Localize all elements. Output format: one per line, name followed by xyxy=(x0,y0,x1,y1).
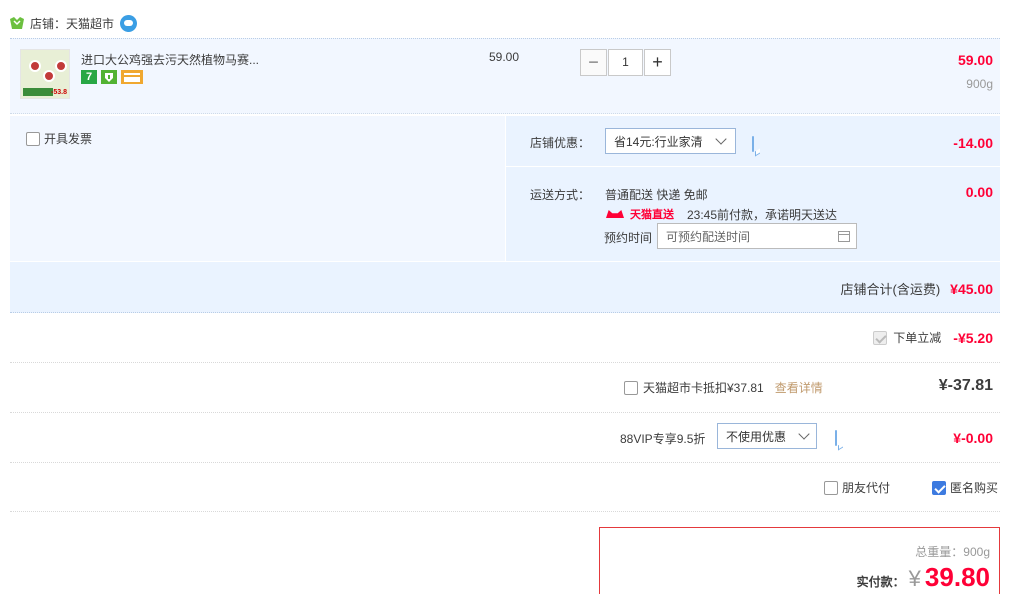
shop-total-amount: ¥45.00 xyxy=(950,280,993,297)
card-pay-icon xyxy=(121,70,143,84)
guarantee-icon xyxy=(101,70,117,84)
quantity-minus-button[interactable]: − xyxy=(580,49,607,76)
delivery-method: 普通配送 快递 免邮 xyxy=(605,188,708,202)
vip-select[interactable]: 不使用优惠 xyxy=(717,423,817,449)
product-thumbnail[interactable]: -53.8 xyxy=(20,49,70,99)
shop-icon xyxy=(10,17,24,29)
chat-icon[interactable] xyxy=(120,14,138,32)
tmall-card-label: 天猫超市卡抵扣¥37.81 xyxy=(643,381,764,395)
tmall-cat-icon xyxy=(606,210,624,218)
item-weight: 900g xyxy=(966,77,993,91)
anonymous-option[interactable]: 匿名购买 xyxy=(932,479,998,496)
reserve-time-placeholder: 可预约配送时间 xyxy=(666,229,751,244)
actual-payment-amount: 39.80 xyxy=(924,562,990,592)
actual-payment: 实付款： ¥ 39.80 xyxy=(857,562,990,593)
unit-price: 59.00 xyxy=(489,50,520,64)
divider xyxy=(10,362,1000,363)
shop-discount-value: 省14元:行业家清 xyxy=(614,134,703,149)
friend-pay-option[interactable]: 朋友代付 xyxy=(824,479,890,496)
actual-payment-label: 实付款： xyxy=(856,575,905,589)
calendar-icon[interactable] xyxy=(838,230,850,242)
shop-name[interactable]: 店铺：天猫超市 xyxy=(30,15,114,32)
thumb-decoration xyxy=(23,88,53,96)
anonymous-label: 匿名购买 xyxy=(950,481,999,495)
service-badges: 7 xyxy=(81,70,143,84)
delivery-promise: 23:45前付款，承诺明天送达 xyxy=(687,208,838,222)
invoice-checkbox[interactable] xyxy=(26,131,40,146)
shop-discount-label: 店铺优惠： xyxy=(530,136,591,150)
shop-header: 店铺：天猫超市 xyxy=(10,12,138,34)
currency-symbol: ¥ xyxy=(908,566,921,591)
thumb-decoration xyxy=(29,60,41,72)
seven-day-return-icon: 7 xyxy=(81,70,97,84)
divider xyxy=(10,412,1000,413)
item-subtotal: 59.00 xyxy=(957,52,993,68)
tmall-card-option[interactable]: 天猫超市卡抵扣¥37.81 查看详情 xyxy=(624,379,823,396)
instant-discount-amount: -¥5.20 xyxy=(953,329,993,346)
instant-discount-label: 下单立减 xyxy=(893,331,942,345)
divider xyxy=(10,511,1000,512)
shop-total: 店铺合计(含运费) ¥45.00 xyxy=(841,279,994,298)
invoice-option[interactable]: 开具发票 xyxy=(26,130,92,147)
shop-total-label: 店铺合计(含运费) xyxy=(840,282,941,297)
shop-discount-amount: -14.00 xyxy=(953,135,993,151)
delivery-fee: 0.00 xyxy=(965,184,993,200)
total-weight: 总重量：900g xyxy=(915,545,990,559)
tmall-direct-logo: 天猫直送 xyxy=(606,206,674,222)
vip-label: 88VIP专享9.5折 xyxy=(620,432,706,446)
quantity-plus-button[interactable]: + xyxy=(644,49,671,76)
chevron-down-icon xyxy=(715,133,727,145)
quantity-input[interactable]: 1 xyxy=(608,49,643,76)
message-icon[interactable] xyxy=(835,430,837,446)
friend-pay-checkbox[interactable] xyxy=(824,480,838,495)
shop-discount-select[interactable]: 省14元:行业家清 xyxy=(605,128,736,154)
instant-discount-checkbox xyxy=(873,330,888,345)
anonymous-checkbox[interactable] xyxy=(932,480,946,495)
tmall-card-details-link[interactable]: 查看详情 xyxy=(775,379,823,396)
vip-amount: ¥-0.00 xyxy=(953,430,993,446)
tmall-card-amount: ¥-37.81 xyxy=(938,377,993,394)
message-icon[interactable] xyxy=(752,136,754,152)
tmall-card-checkbox[interactable] xyxy=(624,380,638,395)
friend-pay-label: 朋友代付 xyxy=(842,481,891,495)
divider xyxy=(10,462,1000,463)
reserve-time-label: 预约时间 xyxy=(604,231,653,245)
divider xyxy=(506,166,1000,167)
instant-discount: 下单立减 -¥5.20 xyxy=(873,329,993,346)
product-title[interactable]: 进口大公鸡强去污天然植物马赛... xyxy=(81,51,259,68)
tmall-direct-text: 天猫直送 xyxy=(630,209,674,221)
thumb-decoration xyxy=(43,70,55,82)
quantity-stepper: − 1 + xyxy=(580,49,671,76)
delivery-label: 运送方式： xyxy=(530,188,591,202)
vip-select-value: 不使用优惠 xyxy=(726,429,787,444)
thumb-decoration xyxy=(55,60,67,72)
reserve-time-input[interactable]: 可预约配送时间 xyxy=(657,223,857,249)
thumb-price: -53.8 xyxy=(51,89,67,96)
chevron-down-icon xyxy=(798,428,810,440)
invoice-label: 开具发票 xyxy=(44,132,93,146)
